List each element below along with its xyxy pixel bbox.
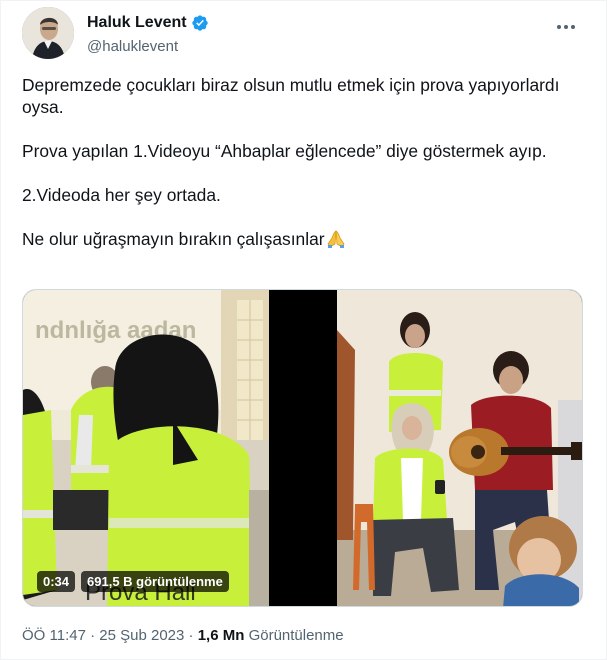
more-options-icon[interactable] [554, 17, 578, 37]
tweet-paragraph: Depremzede çocukları biraz olsun mutlu e… [22, 75, 560, 117]
tweet-paragraph: Prova yapılan 1.Videoyu “Ahbaplar eğlenc… [22, 141, 547, 161]
author-name-row: Haluk Levent [87, 14, 209, 32]
tweet-date[interactable]: 25 Şub 2023 [99, 627, 184, 644]
tweet-paragraph-last: Ne olur uğraşmayın bırakın çalışasınlar [22, 228, 582, 250]
tweet-views-count[interactable]: 1,6 Mn [198, 627, 245, 644]
folded-hands-emoji-icon [325, 229, 347, 249]
meta-separator: · [90, 627, 96, 644]
video-duration: 0:34 [37, 571, 76, 592]
tweet-text: Depremzede çocukları biraz olsun mutlu e… [22, 74, 582, 250]
tweet-paragraph-text: Ne olur uğraşmayın bırakın çalışasınlar [22, 229, 325, 249]
tweet-paragraph: 2.Videoda her şey ortada. [22, 185, 221, 205]
tweet-views-label: Görüntülenme [248, 627, 344, 644]
profile-photo-icon [22, 7, 74, 59]
video-thumbnail: ndnlığa aadan [23, 290, 582, 606]
avatar[interactable] [22, 7, 74, 59]
video-player[interactable]: ndnlığa aadan Prova Hali 0:34 691,5 B gö… [22, 289, 583, 607]
video-view-count: 691,5 B görüntülenme [81, 571, 229, 592]
author-display-name[interactable]: Haluk Levent [87, 14, 187, 32]
meta-separator: · [188, 627, 194, 644]
tweet-meta: ÖÖ 11:47 · 25 Şub 2023 · 1,6 Mn Görüntül… [22, 627, 344, 644]
author-handle[interactable]: @haluklevent [87, 38, 178, 55]
tweet-time[interactable]: ÖÖ 11:47 [22, 627, 86, 644]
verified-badge-icon [191, 14, 209, 32]
tweet-card: Haluk Levent @haluklevent Depremzede çoc… [0, 0, 607, 660]
tweet-header: Haluk Levent @haluklevent [22, 7, 588, 61]
video-badges: 0:34 691,5 B görüntülenme [37, 571, 229, 592]
